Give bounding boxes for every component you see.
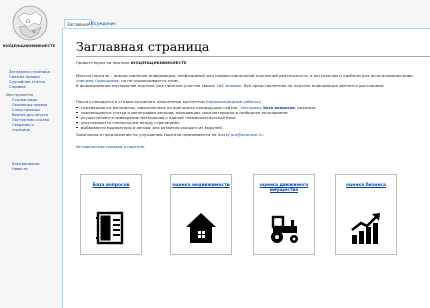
- welcome-line: Приветствуем на портале ЮОЦЕНЩИКИВИКИЕСТ…: [76, 60, 187, 65]
- sidebar-item-page-info[interactable]: Сведения о странице: [12, 123, 48, 132]
- page-title: Заглавная страница: [76, 39, 210, 54]
- welcome-brand: ЮОЦЕНЩИКИВИКИЕСТЕ: [130, 60, 187, 65]
- sidebar: Ω W ЮОЦЕНЩИКИВИКИЕСТЕ Заглавная страница…: [0, 0, 58, 307]
- logo-text: ЮОЦЕНЩИКИВИКИЕСТЕ: [2, 44, 56, 48]
- sidebar-item-what-links-here[interactable]: Ссылки сюда: [12, 98, 37, 103]
- main-content: Заглавная страница Приветствуем на порта…: [62, 28, 430, 308]
- tractor-icon: [271, 215, 298, 243]
- wiki-logo-icon[interactable]: Ω W: [10, 3, 50, 43]
- sidebar-item-question-base[interactable]: База вопросов: [12, 162, 39, 167]
- house-icon: [186, 213, 216, 243]
- sidebar-item-related-changes[interactable]: Связанные правки: [12, 103, 47, 108]
- sidebar-tools-heading: Инструменты: [6, 92, 34, 97]
- remarks-text: Замечания и предложения по улучшению Пор…: [76, 132, 231, 137]
- sidebar-item-news[interactable]: Новости: [12, 167, 28, 172]
- card-movable-property[interactable]: оценка движимого имущества: [253, 174, 315, 255]
- card-title[interactable]: оценка движимого имущества: [254, 183, 314, 193]
- formation-text-start: В формировании материалов портала уже пр…: [76, 83, 217, 88]
- sidebar-item-print-version[interactable]: Версия для печати: [12, 113, 48, 118]
- welcome-text: Приветствуем на портале: [76, 60, 131, 65]
- remarks-end: .: [262, 132, 264, 137]
- book-icon: [96, 211, 124, 245]
- stage-text-start: Портал находится в стадии активного напо…: [76, 99, 208, 104]
- card-title[interactable]: оценка недвижимости: [171, 183, 231, 188]
- stage-text-end: ):: [258, 99, 262, 104]
- card-title[interactable]: оценка бизнеса: [336, 183, 396, 188]
- card-real-estate[interactable]: оценка недвижимости: [170, 174, 232, 255]
- priority-works-link[interactable]: первоочередные работы: [207, 99, 258, 104]
- email-link[interactable]: pro@ocenovil.ru: [231, 132, 263, 137]
- bullet-text-end: , решения;: [294, 105, 317, 110]
- sidebar-item-permanent-link[interactable]: Постоянная ссылка: [12, 118, 49, 123]
- page-tabs: Заглавная Обсуждение: [64, 19, 430, 29]
- title-divider: [76, 56, 430, 57]
- list-item: выбираются модераторы и авторы для разви…: [75, 125, 224, 130]
- remarks-line: Замечания и предложения по улучшению Пор…: [76, 132, 264, 137]
- formation-text-end: . Все представленная на портале информац…: [241, 83, 384, 88]
- stage-line: Портал находится в стадии активного напо…: [76, 99, 261, 104]
- card-business[interactable]: оценка бизнеса: [335, 174, 397, 255]
- svg-text:Ω: Ω: [26, 19, 30, 25]
- sidebar-item-help[interactable]: Справка: [9, 84, 26, 89]
- tab-discussion[interactable]: Обсуждение: [87, 19, 118, 28]
- history-link[interactable]: Историческая справка о портале.: [76, 144, 145, 149]
- card-question-base[interactable]: База вопросов: [80, 174, 142, 255]
- card-title[interactable]: База вопросов: [81, 183, 141, 188]
- contributors-link[interactable]: 100 человек: [216, 83, 241, 88]
- formation-line: В формировании материалов портала уже пр…: [76, 83, 384, 88]
- sidebar-item-special-pages[interactable]: Спецстраницы: [12, 108, 40, 113]
- growth-chart-icon: [351, 213, 380, 244]
